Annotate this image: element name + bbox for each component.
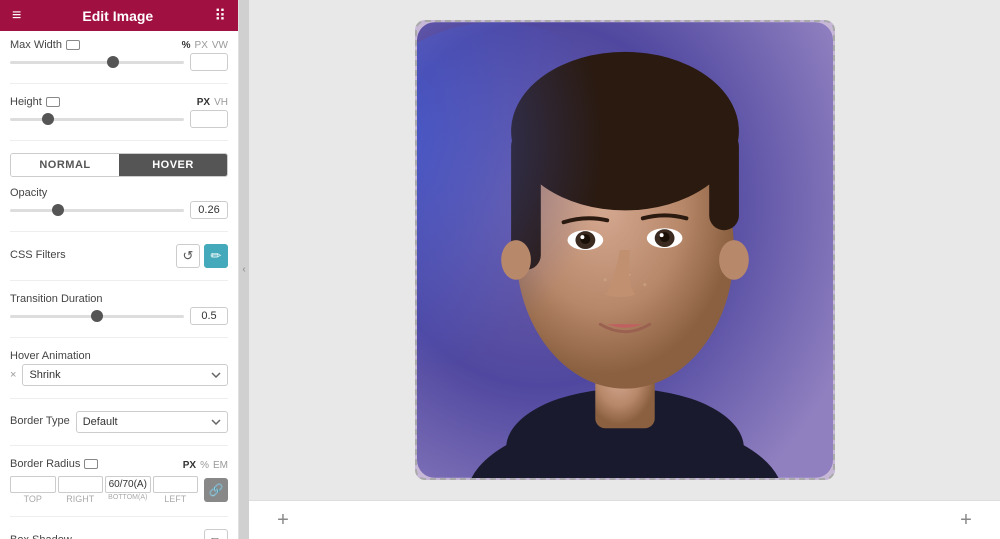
grid-icon[interactable]: ⠿: [214, 6, 226, 26]
box-shadow-edit-btn[interactable]: ✏: [204, 529, 228, 539]
height-slider[interactable]: [10, 118, 184, 121]
max-width-section: Max Width % PX VW: [10, 39, 228, 71]
br-unit-pct[interactable]: %: [200, 460, 209, 471]
divider-6: [10, 398, 228, 399]
border-type-section: Border Type Default Solid Dashed Dotted …: [10, 411, 228, 433]
state-tabs: NORMAL HOVER: [10, 153, 228, 177]
br-left-wrap: LEFT: [153, 476, 199, 504]
divider-8: [10, 516, 228, 517]
border-radius-header: Border Radius PX % EM: [10, 458, 228, 472]
transition-slider-row: [10, 307, 228, 325]
border-radius-link-btn[interactable]: 🔗: [204, 478, 228, 502]
hover-animation-clear-btn[interactable]: ×: [10, 369, 16, 381]
br-bottom-wrap: BOTTOM(A): [105, 476, 151, 504]
br-top-input[interactable]: [10, 476, 56, 493]
hover-animation-section: Hover Animation × Shrink Grow Pulse Floa…: [10, 350, 228, 386]
monitor-icon: [66, 40, 80, 50]
unit-toggle-max-width: % PX VW: [182, 40, 228, 51]
max-width-input[interactable]: [190, 53, 228, 71]
height-unit-vh[interactable]: VH: [214, 97, 228, 108]
br-right-wrap: RIGHT: [58, 476, 104, 504]
menu-icon[interactable]: ≡: [12, 7, 21, 25]
add-right-btn[interactable]: +: [952, 506, 980, 534]
collapse-handle[interactable]: ‹: [239, 0, 249, 539]
css-filters-section: CSS Filters ↺ ✏: [10, 244, 228, 268]
collapse-icon: ‹: [242, 264, 245, 275]
tab-normal[interactable]: NORMAL: [11, 154, 119, 176]
box-shadow-section: Box Shadow ✏: [10, 529, 228, 539]
br-top-label: TOP: [24, 494, 42, 504]
divider-1: [10, 83, 228, 84]
divider-2: [10, 140, 228, 141]
canvas-area: [249, 0, 1000, 500]
max-width-slider[interactable]: [10, 61, 184, 64]
bottom-bar: + +: [249, 500, 1000, 539]
br-top-wrap: TOP: [10, 476, 56, 504]
divider-7: [10, 445, 228, 446]
height-label: Height PX VH: [10, 96, 228, 108]
border-type-select[interactable]: Default Solid Dashed Dotted Double: [76, 411, 228, 433]
css-filters-edit-btn[interactable]: ✏: [204, 244, 228, 268]
transition-label: Transition Duration: [10, 293, 228, 305]
br-unit-em[interactable]: EM: [213, 460, 228, 471]
css-filters-buttons: ↺ ✏: [176, 244, 228, 268]
border-type-label: Border Type: [10, 415, 70, 427]
opacity-slider-row: [10, 201, 228, 219]
portrait-image: [417, 22, 833, 478]
height-unit-px[interactable]: PX: [197, 97, 210, 108]
br-left-label: LEFT: [164, 494, 186, 504]
br-right-label: RIGHT: [66, 494, 94, 504]
border-radius-units: PX % EM: [183, 460, 228, 471]
height-slider-row: [10, 110, 228, 128]
max-width-slider-row: [10, 53, 228, 71]
border-radius-inputs: TOP RIGHT BOTTOM(A) LEFT: [10, 476, 198, 504]
opacity-input[interactable]: [190, 201, 228, 219]
main-area: + +: [249, 0, 1000, 539]
transition-section: Transition Duration: [10, 293, 228, 325]
opacity-slider[interactable]: [10, 209, 184, 212]
unit-toggle-height: PX VH: [197, 97, 228, 108]
br-left-input[interactable]: [153, 476, 199, 493]
border-radius-icon: [84, 459, 98, 469]
br-bottom-label: BOTTOM(A): [108, 494, 147, 501]
image-container[interactable]: [415, 20, 835, 480]
add-left-btn[interactable]: +: [269, 506, 297, 534]
hover-animation-select[interactable]: Shrink Grow Pulse Float None: [22, 364, 228, 386]
box-shadow-label: Box Shadow: [10, 534, 72, 539]
border-radius-label: Border Radius: [10, 458, 98, 470]
border-radius-section: Border Radius PX % EM TOP: [10, 458, 228, 504]
br-right-input[interactable]: [58, 476, 104, 493]
css-filters-label: CSS Filters: [10, 249, 66, 261]
sidebar: ≡ Edit Image ⠿ Max Width % PX VW: [0, 0, 239, 539]
tab-hover[interactable]: HOVER: [119, 154, 227, 176]
transition-input[interactable]: [190, 307, 228, 325]
sidebar-content: Max Width % PX VW Height PX V: [0, 31, 238, 539]
css-filters-reset-btn[interactable]: ↺: [176, 244, 200, 268]
divider-4: [10, 280, 228, 281]
divider-3: [10, 231, 228, 232]
unit-percent[interactable]: %: [182, 40, 191, 51]
unit-px[interactable]: PX: [195, 40, 208, 51]
opacity-section: Opacity: [10, 187, 228, 219]
unit-vw[interactable]: VW: [212, 40, 228, 51]
divider-5: [10, 337, 228, 338]
border-radius-inputs-row: TOP RIGHT BOTTOM(A) LEFT 🔗: [10, 476, 228, 504]
height-monitor-icon: [46, 97, 60, 107]
br-unit-px[interactable]: PX: [183, 460, 196, 471]
max-width-label: Max Width % PX VW: [10, 39, 228, 51]
sidebar-header: ≡ Edit Image ⠿: [0, 0, 238, 31]
br-bottom-input[interactable]: [105, 476, 151, 493]
height-section: Height PX VH: [10, 96, 228, 128]
hover-animation-row: × Shrink Grow Pulse Float None: [10, 364, 228, 386]
page-title: Edit Image: [21, 8, 214, 24]
height-input[interactable]: [190, 110, 228, 128]
hover-animation-label: Hover Animation: [10, 350, 228, 362]
transition-slider[interactable]: [10, 315, 184, 318]
opacity-label: Opacity: [10, 187, 228, 199]
